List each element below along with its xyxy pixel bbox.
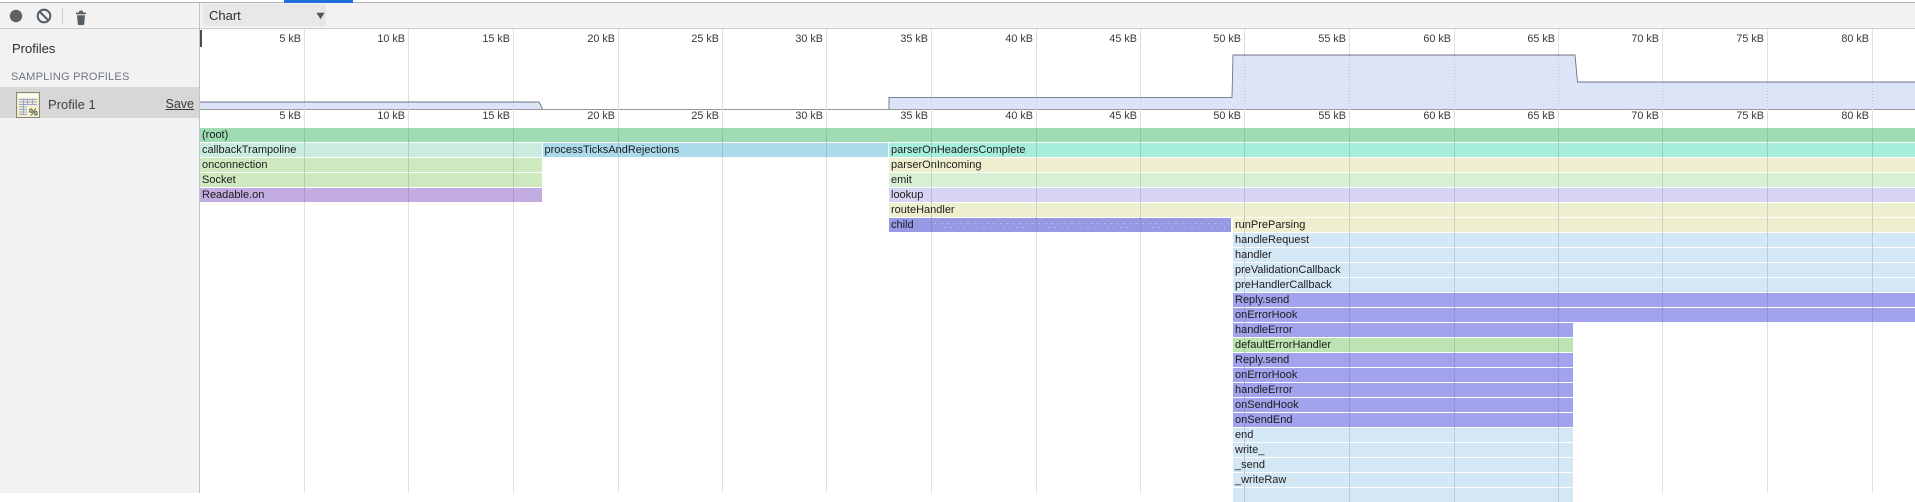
svg-text:%: % <box>29 108 38 119</box>
